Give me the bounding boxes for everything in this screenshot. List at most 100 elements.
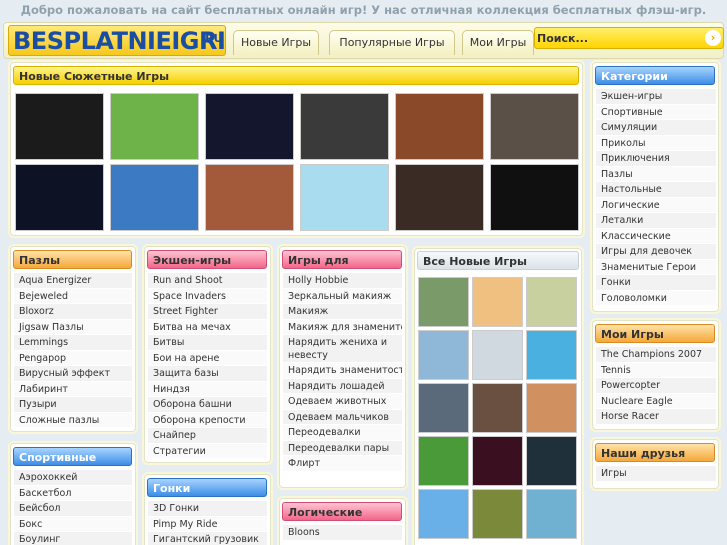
list-item[interactable]: Jigsaw Пазлы [14,319,132,335]
game-thumbnail[interactable] [526,489,577,539]
list-item[interactable]: Run and Shoot [148,273,267,289]
list-item[interactable]: Аэрохоккей [14,470,132,486]
list-item[interactable]: Спортивные [596,104,716,120]
list-item[interactable]: Переодевалки [283,425,402,441]
list-item[interactable]: Ниндзя [148,381,267,397]
game-thumbnail[interactable] [526,436,577,486]
list-item[interactable]: Снайпер [148,428,267,444]
list-item[interactable]: Сложные пазлы [14,412,132,428]
game-thumbnail[interactable] [472,330,523,380]
list-item[interactable]: Бои на арене [148,350,267,366]
list-item[interactable]: The Champions 2007 [596,347,716,363]
game-thumbnail[interactable] [472,383,523,433]
list-item[interactable]: Оборона крепости [148,412,267,428]
list-item[interactable]: Макияж для знаменитост [283,319,402,335]
list-item[interactable]: Гигантский грузовик [148,532,267,545]
list-item[interactable]: Space Invaders [148,288,267,304]
list-item[interactable]: Баскетбол [14,485,132,501]
girls-list: Holly Hobbie Зеркальный макияж Макияж Макия… [283,273,402,472]
list-item[interactable]: Street Fighter [148,304,267,320]
friends-list: Игры [596,466,716,482]
chevron-right-icon[interactable]: › [705,30,721,46]
list-item[interactable]: Pengapop [14,350,132,366]
list-item[interactable]: Horse Racer [596,409,716,425]
list-item[interactable]: Nucleare Eagle [596,393,716,409]
list-item[interactable]: Pimp My Ride [148,516,267,532]
list-item[interactable]: Tennis [596,362,716,378]
tab-new-games[interactable]: Новые Игры [233,30,319,55]
list-item[interactable]: Настольные [596,182,716,198]
list-item[interactable]: Нарядить знаменитость [283,363,402,379]
tab-popular-games[interactable]: Популярные Игры [329,30,455,55]
list-item[interactable]: Bloons [283,525,402,541]
game-thumbnail[interactable] [205,164,294,231]
game-thumbnail[interactable] [15,93,104,160]
game-thumbnail[interactable] [526,330,577,380]
list-item[interactable]: Леталки [596,213,716,229]
list-item[interactable]: Защита базы [148,366,267,382]
game-thumbnail[interactable] [490,164,579,231]
list-item[interactable]: Aqua Energizer [14,273,132,289]
game-thumbnail[interactable] [490,93,579,160]
list-item[interactable]: Приключения [596,151,716,167]
game-thumbnail[interactable] [472,489,523,539]
list-item[interactable]: Макияж [283,304,402,320]
list-item[interactable]: Боулинг [14,532,132,545]
list-item[interactable]: Битвы [148,335,267,351]
list-item[interactable]: Стратегии [148,443,267,459]
list-item[interactable]: Приколы [596,135,716,151]
game-thumbnail[interactable] [395,93,484,160]
list-item[interactable]: 3D Гонки [148,501,267,517]
game-thumbnail[interactable] [418,277,469,327]
game-thumbnail[interactable] [110,164,199,231]
list-item[interactable]: Лабиринт [14,381,132,397]
list-item[interactable]: Powercopter [596,378,716,394]
list-item[interactable]: Пазлы [596,166,716,182]
game-thumbnail[interactable] [418,383,469,433]
game-thumbnail[interactable] [418,489,469,539]
list-item[interactable]: Одеваем мальчиков [283,409,402,425]
list-item[interactable]: Флирт [283,456,402,472]
list-item[interactable]: Игры [596,466,716,482]
game-thumbnail[interactable] [205,93,294,160]
list-item[interactable]: Holly Hobbie [283,273,402,289]
game-thumbnail[interactable] [110,93,199,160]
game-thumbnail[interactable] [472,436,523,486]
list-item[interactable]: Битва на мечах [148,319,267,335]
list-item[interactable]: Бейсбол [14,501,132,517]
list-item[interactable]: Игры для девочек [596,244,716,260]
list-item[interactable]: Классические [596,228,716,244]
list-item[interactable]: Головоломки [596,290,716,306]
list-item[interactable]: Знаменитые Герои [596,259,716,275]
list-item[interactable]: Оборона башни [148,397,267,413]
list-item[interactable]: Бокс [14,516,132,532]
list-item[interactable]: Логические [596,197,716,213]
game-thumbnail[interactable] [526,277,577,327]
list-item[interactable]: Одеваем животных [283,394,402,410]
list-item[interactable]: Bejeweled [14,288,132,304]
game-thumbnail[interactable] [418,330,469,380]
game-thumbnail[interactable] [472,277,523,327]
list-item[interactable]: Переодевалки пары [283,440,402,456]
categories-list: Экшен-игры Спортивные Симуляции Приколы Прик… [596,89,716,306]
list-item[interactable]: Нарядить лошадей [283,378,402,394]
list-item[interactable]: Lemmings [14,335,132,351]
list-item[interactable]: Экшен-игры [596,89,716,105]
search-box: › [534,27,724,49]
list-item[interactable]: Нарядить жениха и невесту [283,335,402,363]
game-thumbnail[interactable] [395,164,484,231]
list-item[interactable]: Пузыри [14,397,132,413]
list-item[interactable]: Bloxorz [14,304,132,320]
game-thumbnail[interactable] [300,164,389,231]
list-item[interactable]: Симуляции [596,120,716,136]
site-logo[interactable]: BESPLATNIEIGRI .RU [8,25,226,56]
game-thumbnail[interactable] [418,436,469,486]
game-thumbnail[interactable] [526,383,577,433]
tab-my-games[interactable]: Мои Игры [462,30,534,55]
game-thumbnail[interactable] [15,164,104,231]
list-item[interactable]: Зеркальный макияж [283,288,402,304]
search-input[interactable] [537,30,697,46]
list-item[interactable]: Гонки [596,275,716,291]
list-item[interactable]: Вирусный эффект [14,366,132,382]
game-thumbnail[interactable] [300,93,389,160]
